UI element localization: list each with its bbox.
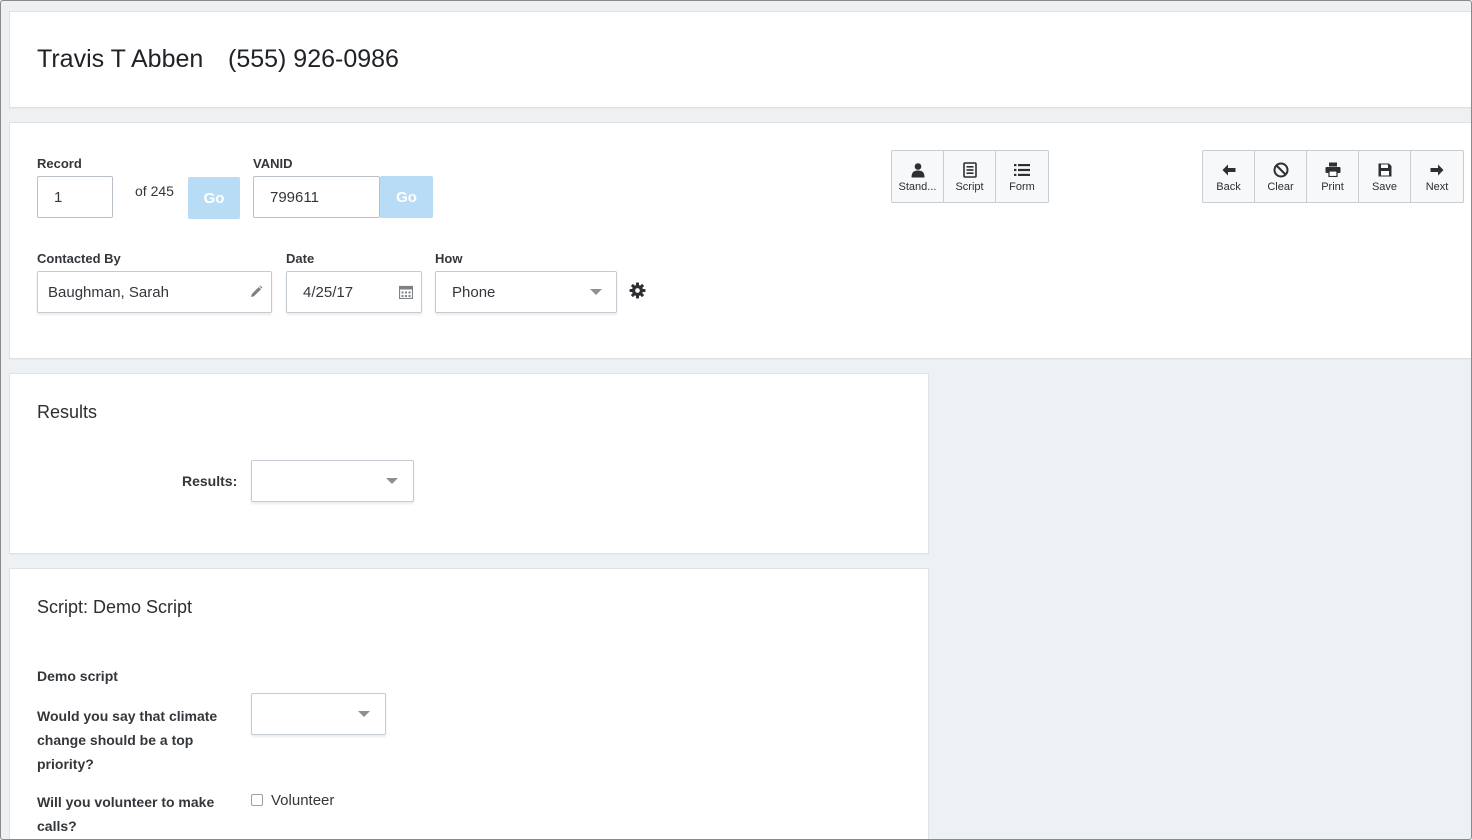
record-total: of 245 xyxy=(135,183,174,199)
vanid-label: VANID xyxy=(253,156,293,171)
script-view-label: Script xyxy=(955,180,984,193)
contact-header: Travis T Abben (555) 926-0986 xyxy=(9,11,1472,108)
record-number-input[interactable] xyxy=(37,176,113,218)
date-value: 4/25/17 xyxy=(303,283,354,301)
print-label: Print xyxy=(1321,180,1344,193)
volunteer-label: Volunteer xyxy=(271,792,335,809)
how-value: Phone xyxy=(452,283,496,301)
chevron-down-icon xyxy=(371,478,413,484)
record-go-button[interactable]: Go xyxy=(188,177,240,219)
date-label: Date xyxy=(286,251,315,266)
back-button[interactable]: Back xyxy=(1203,151,1255,202)
view-toolbar: Stand... Script Form xyxy=(891,150,1049,203)
form-view-button[interactable]: Form xyxy=(996,151,1048,202)
script-icon xyxy=(962,161,977,179)
script-panel: Script: Demo Script Demo script Would yo… xyxy=(9,568,929,840)
next-label: Next xyxy=(1425,180,1449,193)
calendar-icon[interactable] xyxy=(391,285,421,299)
vanid-input[interactable] xyxy=(253,176,380,218)
printer-icon xyxy=(1325,161,1341,179)
script-subtitle: Demo script xyxy=(37,668,118,684)
person-icon xyxy=(910,161,926,179)
how-label: How xyxy=(435,251,463,266)
contact-phone: (555) 926-0986 xyxy=(228,45,399,73)
script-view-button[interactable]: Script xyxy=(944,151,996,202)
pencil-icon[interactable] xyxy=(241,285,271,299)
results-title: Results xyxy=(37,402,98,422)
record-panel: Record of 245 Go VANID Go Stand... Scrip… xyxy=(9,122,1472,359)
standard-view-button[interactable]: Stand... xyxy=(892,151,944,202)
contact-name: Travis T Abben xyxy=(37,45,204,73)
print-button[interactable]: Print xyxy=(1307,151,1359,202)
contacted-by-value: Baughman, Sarah xyxy=(48,283,169,301)
clear-button[interactable]: Clear xyxy=(1255,151,1307,202)
record-label: Record xyxy=(37,156,82,171)
arrow-right-icon xyxy=(1430,161,1444,179)
how-select[interactable]: Phone xyxy=(435,271,617,313)
volunteer-checkbox[interactable] xyxy=(251,794,263,806)
vanid-go-button[interactable]: Go xyxy=(380,176,433,218)
results-select[interactable] xyxy=(251,460,414,502)
date-field[interactable]: 4/25/17 xyxy=(286,271,422,313)
climate-question-select[interactable] xyxy=(251,693,386,735)
results-field-label: Results: xyxy=(182,473,238,489)
back-label: Back xyxy=(1216,180,1241,193)
floppy-icon xyxy=(1378,161,1392,179)
arrow-left-icon xyxy=(1222,161,1236,179)
ban-icon xyxy=(1273,161,1289,179)
standard-view-label: Stand... xyxy=(898,180,937,193)
nav-toolbar: Back Clear Print Save Next xyxy=(1202,150,1464,203)
gear-icon[interactable] xyxy=(629,282,646,304)
form-view-label: Form xyxy=(1009,180,1035,193)
chevron-down-icon xyxy=(576,289,616,295)
results-panel: Results Results: xyxy=(9,373,929,554)
clear-label: Clear xyxy=(1267,180,1294,193)
chevron-down-icon xyxy=(343,711,385,717)
save-label: Save xyxy=(1371,180,1398,193)
contacted-by-field[interactable]: Baughman, Sarah xyxy=(37,271,272,313)
next-button[interactable]: Next xyxy=(1411,151,1463,202)
volunteer-question-label: Will you volunteer to make calls? xyxy=(37,794,215,834)
script-title: Script: Demo Script xyxy=(37,597,193,617)
contacted-by-label: Contacted By xyxy=(37,251,121,266)
climate-question-label: Would you say that climate change should… xyxy=(37,708,218,772)
save-button[interactable]: Save xyxy=(1359,151,1411,202)
list-icon xyxy=(1014,161,1030,179)
